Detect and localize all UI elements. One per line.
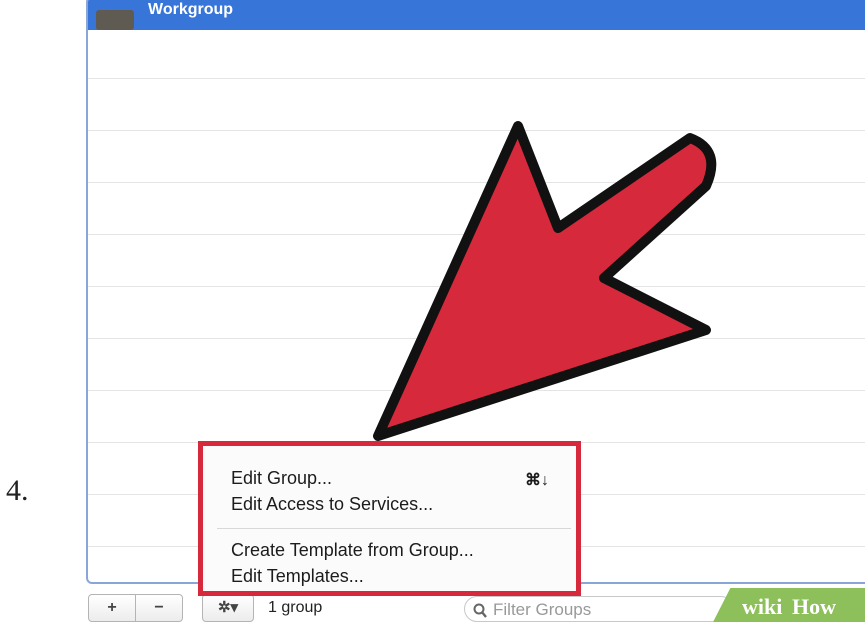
context-menu: Edit Group... ⌘↓ Edit Access to Services… [198, 441, 581, 596]
wikihow-logo-how: How [792, 594, 836, 619]
row-divider [88, 338, 865, 339]
filter-groups-input[interactable]: Filter Groups [464, 596, 734, 622]
remove-group-button[interactable]: − [135, 594, 183, 622]
menu-item-edit-templates[interactable]: Edit Templates... [231, 566, 364, 587]
row-divider [88, 130, 865, 131]
group-count: 1 group [268, 599, 323, 616]
bottom-toolbar: + − ✲▾ 1 group Filter Groups wiki How [86, 588, 865, 622]
menu-item-create-template[interactable]: Create Template from Group... [231, 540, 474, 561]
wikihow-logo [710, 588, 865, 622]
page: 4. Workgroup + − ✲▾ 1 group Filter Group… [0, 0, 865, 622]
row-divider [88, 390, 865, 391]
wikihow-logo-wiki: wiki [742, 594, 783, 619]
group-avatar [96, 10, 134, 30]
menu-divider [217, 528, 571, 529]
group-row-selected[interactable]: Workgroup [88, 0, 865, 30]
gear-icon[interactable]: ✲▾ [202, 594, 254, 622]
row-divider [88, 78, 865, 79]
filter-placeholder: Filter Groups [493, 600, 592, 619]
row-divider [88, 286, 865, 287]
group-name: Workgroup [148, 1, 234, 18]
menu-item-edit-group[interactable]: Edit Group... [231, 468, 332, 489]
menu-shortcut: ⌘↓ [525, 472, 549, 489]
add-group-button[interactable]: + [88, 594, 136, 622]
step-number: 4. [6, 474, 29, 507]
row-divider [88, 234, 865, 235]
row-divider [88, 182, 865, 183]
menu-item-edit-access[interactable]: Edit Access to Services... [231, 494, 433, 515]
search-icon [473, 598, 487, 622]
